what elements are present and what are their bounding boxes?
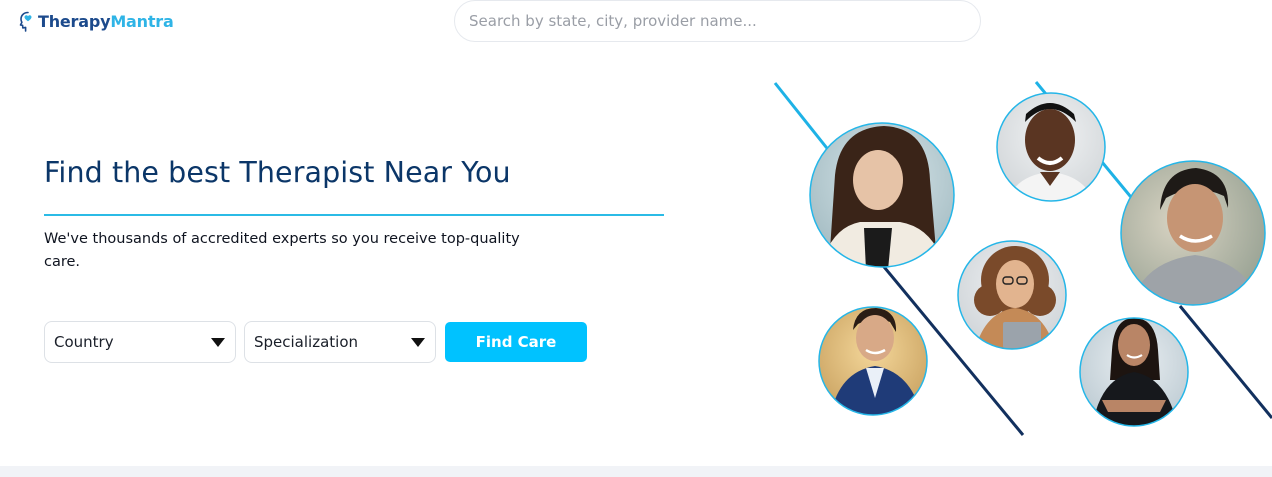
decor-line-dark-right — [1178, 305, 1272, 419]
specialization-select-value: Specialization — [254, 333, 359, 351]
therapist-photo-woman-asian — [810, 123, 954, 267]
hero-subtitle: We've thousands of accredited experts so… — [44, 231, 520, 270]
title-underline — [44, 214, 664, 216]
hero-title: Find the best Therapist Near You — [44, 156, 511, 189]
caret-down-icon — [211, 337, 225, 347]
therapist-photo-man-smiling — [997, 93, 1105, 201]
brand-logo[interactable]: TherapyMantra — [16, 10, 174, 32]
country-select-value: Country — [54, 333, 114, 351]
decor-line-light-right — [1034, 81, 1137, 203]
find-care-button[interactable]: Find Care — [445, 322, 587, 362]
brand-name-part1: Therapy — [38, 11, 111, 31]
decor-line-dark-left — [878, 261, 1025, 436]
specialization-select[interactable]: Specialization — [244, 321, 436, 363]
therapist-photo-man-blue-suit — [819, 307, 927, 415]
caret-down-icon — [411, 337, 425, 347]
brand-name: TherapyMantra — [38, 12, 174, 31]
top-navigation-bar: TherapyMantra — [0, 0, 1272, 44]
search-bar — [454, 0, 981, 42]
decor-line-light-left — [773, 82, 832, 153]
therapist-photo-man-gray-shirt — [1121, 161, 1265, 305]
therapist-photo-woman-black-blazer — [1080, 318, 1188, 426]
section-divider-band — [0, 466, 1272, 477]
brand-name-part2: Mantra — [110, 11, 174, 31]
country-select[interactable]: Country — [44, 321, 236, 363]
therapist-photo-woman-curly-hair — [958, 241, 1066, 349]
search-input[interactable] — [455, 1, 980, 41]
head-heart-icon — [19, 11, 32, 32]
